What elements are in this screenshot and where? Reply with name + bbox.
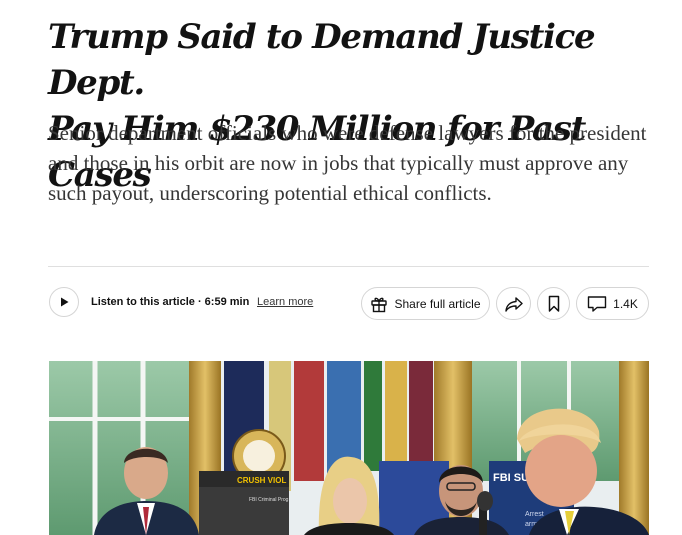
article-photo: CRUSH VIOL FBI Criminal Prog FBI SUM Arr…: [49, 361, 649, 535]
comments-count: 1.4K: [613, 296, 638, 311]
play-button[interactable]: [49, 287, 79, 317]
oval-office-photo: CRUSH VIOL FBI Criminal Prog FBI SUM Arr…: [49, 361, 649, 535]
article-summary: Senior department officials who were def…: [48, 121, 647, 205]
share-full-article-button[interactable]: Share full article: [361, 287, 490, 320]
headline-line-1: Trump Said to Demand Justice Dept.: [48, 17, 596, 103]
play-icon: [61, 297, 69, 307]
learn-more-link[interactable]: Learn more: [257, 296, 313, 308]
comment-icon: [587, 295, 607, 312]
bookmark-icon: [548, 295, 559, 312]
sign-text-4: Arrest: [525, 511, 544, 518]
share-button[interactable]: [496, 287, 531, 320]
comments-button[interactable]: 1.4K: [576, 287, 649, 320]
sign-text-2: FBI Criminal Prog: [249, 497, 289, 503]
share-full-article-label: Share full article: [394, 296, 481, 311]
save-button[interactable]: [537, 287, 570, 320]
divider: [48, 266, 649, 267]
listen-label: Listen to this article · 6:59 min: [91, 296, 250, 308]
gift-icon: [371, 297, 388, 312]
sign-text-1: CRUSH VIOL: [237, 476, 286, 485]
share-arrow-icon: [504, 296, 523, 312]
